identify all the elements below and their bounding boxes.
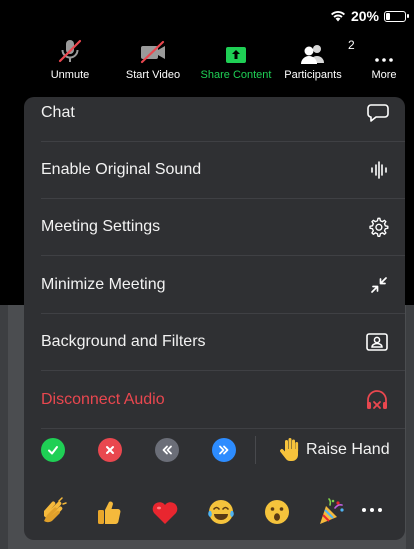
meeting-toolbar: Unmute Start Video Share Content 2 Parti… <box>0 38 414 88</box>
battery-fill <box>386 12 390 20</box>
sound-wave-icon <box>369 160 389 180</box>
party-popper-icon[interactable] <box>316 497 346 527</box>
headphones-off-icon <box>365 389 389 411</box>
minimize-arrows-icon <box>369 275 389 295</box>
thumbs-up-icon[interactable] <box>94 497 124 527</box>
battery-percent: 20% <box>350 8 379 24</box>
wifi-icon <box>330 10 345 22</box>
chat-icon <box>367 103 389 123</box>
chat-label: Chat <box>41 104 75 121</box>
dot <box>362 508 366 512</box>
more-button[interactable]: More <box>369 38 399 88</box>
open-mouth-icon[interactable] <box>262 497 292 527</box>
background-filters-menu-item[interactable]: Background and Filters <box>24 313 405 370</box>
dot <box>378 508 382 512</box>
battery-icon <box>384 10 409 22</box>
unmute-label: Unmute <box>50 69 90 81</box>
tears-of-joy-icon[interactable] <box>206 497 236 527</box>
participants-label: Participants <box>284 69 342 81</box>
x-icon <box>106 446 114 454</box>
emoji-reactions-row <box>24 482 405 538</box>
original-sound-menu-item[interactable]: Enable Original Sound <box>24 141 405 198</box>
meeting-settings-menu-item[interactable]: Meeting Settings <box>24 198 405 255</box>
clapping-hands-icon[interactable] <box>38 497 68 527</box>
start-video-label: Start Video <box>125 69 181 81</box>
unmute-button[interactable]: Unmute <box>50 38 90 88</box>
participants-icon <box>301 45 324 64</box>
slower-icon <box>162 445 172 455</box>
raise-hand-label: Raise Hand <box>306 441 390 458</box>
original-sound-label: Enable Original Sound <box>41 161 202 178</box>
meeting-settings-label: Meeting Settings <box>41 218 161 235</box>
slower-reaction-button[interactable] <box>155 438 179 462</box>
share-screen-icon <box>226 47 246 63</box>
ellipsis-icon <box>375 58 393 62</box>
minimize-meeting-menu-item[interactable]: Minimize Meeting <box>24 256 405 313</box>
minimize-meeting-label: Minimize Meeting <box>41 276 166 293</box>
raised-hand-icon <box>280 438 299 461</box>
yes-reaction-button[interactable] <box>41 438 65 462</box>
heart-icon[interactable] <box>150 497 180 527</box>
more-menu: Chat Enable Original Sound Meeting Setti… <box>24 97 405 540</box>
gear-icon <box>367 216 389 238</box>
disconnect-audio-label: Disconnect Audio <box>41 391 165 408</box>
raise-hand-button[interactable]: Raise Hand <box>278 436 390 464</box>
vertical-divider <box>255 436 256 464</box>
video-off-icon <box>140 40 165 64</box>
participants-button[interactable]: 2 Participants <box>281 38 354 88</box>
dot <box>370 508 374 512</box>
muted-mic-icon <box>58 39 82 63</box>
background-portrait-icon <box>365 332 389 352</box>
status-right: 20% <box>330 8 409 24</box>
participants-count: 2 <box>348 38 355 52</box>
no-reaction-button[interactable] <box>98 438 122 462</box>
share-content-label: Share Content <box>200 69 272 81</box>
more-label: More <box>371 69 397 81</box>
check-icon <box>48 446 58 455</box>
more-reactions-button[interactable] <box>362 508 382 512</box>
status-bar: 20% <box>0 0 414 30</box>
status-reactions-row: Raise Hand <box>24 422 405 478</box>
chat-menu-item[interactable]: Chat <box>24 97 405 141</box>
disconnect-audio-menu-item[interactable]: Disconnect Audio <box>24 371 405 428</box>
faster-icon <box>219 445 229 455</box>
start-video-button[interactable]: Start Video <box>121 38 185 88</box>
background-filters-label: Background and Filters <box>41 333 206 350</box>
share-content-button[interactable]: Share Content <box>197 38 275 88</box>
faster-reaction-button[interactable] <box>212 438 236 462</box>
